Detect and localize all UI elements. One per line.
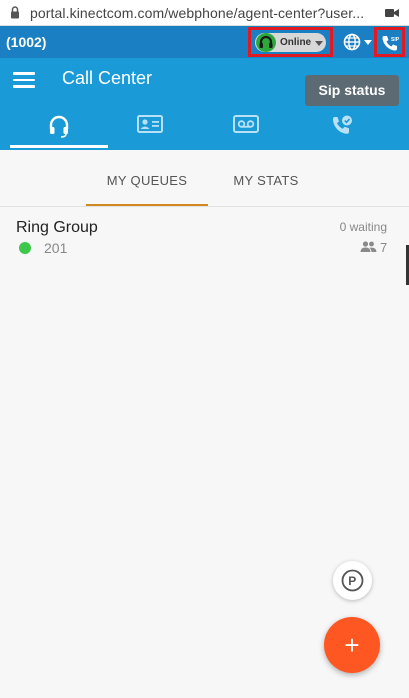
- chevron-down-icon: [315, 41, 323, 46]
- menu-icon[interactable]: [13, 72, 35, 88]
- app-header: Call Center Sip status: [0, 58, 409, 150]
- voicemail-icon: [233, 115, 259, 133]
- language-chevron-icon[interactable]: [364, 40, 372, 45]
- status-highlight: Online: [248, 27, 333, 57]
- status-dropdown[interactable]: Online: [255, 33, 326, 52]
- park-button[interactable]: P: [333, 561, 372, 600]
- status-label: Online: [280, 37, 312, 48]
- lock-icon: [11, 6, 19, 19]
- browser-url-bar[interactable]: portal.kinectcom.com/webphone/agent-cent…: [0, 0, 409, 26]
- people-icon: [360, 241, 377, 252]
- agent-status-bar: (1002) Online SIP: [0, 26, 409, 58]
- camera-icon[interactable]: [385, 7, 399, 19]
- globe-icon[interactable]: [343, 33, 361, 51]
- queue-tabs: MY QUEUES MY STATS: [0, 150, 409, 207]
- headset-icon: [49, 115, 69, 138]
- headset-status-icon: [256, 33, 276, 52]
- phone-check-icon: [333, 115, 352, 134]
- online-status-dot: [19, 242, 31, 254]
- add-button[interactable]: +: [324, 617, 380, 673]
- tab-my-queues[interactable]: MY QUEUES: [86, 150, 208, 206]
- tab-contacts[interactable]: [101, 108, 199, 148]
- parking-icon: P: [341, 569, 364, 592]
- sip-phone-icon: SIP: [382, 36, 400, 51]
- sip-phone-button[interactable]: SIP: [374, 27, 405, 57]
- tab-call-history[interactable]: [293, 108, 391, 148]
- svg-text:SIP: SIP: [391, 37, 400, 43]
- agent-count: 7: [380, 240, 388, 255]
- svg-text:P: P: [348, 574, 356, 588]
- waiting-count: 0 waiting: [339, 220, 387, 234]
- tab-voicemail[interactable]: [197, 108, 295, 148]
- extension-number: (1002): [6, 34, 47, 50]
- queue-name: Ring Group: [16, 219, 98, 236]
- tab-my-stats[interactable]: MY STATS: [220, 150, 312, 206]
- queue-extension: 201: [44, 240, 68, 256]
- sip-status-button[interactable]: Sip status: [305, 75, 399, 106]
- url-text[interactable]: portal.kinectcom.com/webphone/agent-cent…: [30, 5, 364, 21]
- page-title: Call Center: [62, 68, 153, 88]
- contact-card-icon: [137, 115, 163, 133]
- tab-agent-center[interactable]: [10, 108, 108, 148]
- list-item[interactable]: Ring Group 201 0 waiting 7: [0, 207, 409, 267]
